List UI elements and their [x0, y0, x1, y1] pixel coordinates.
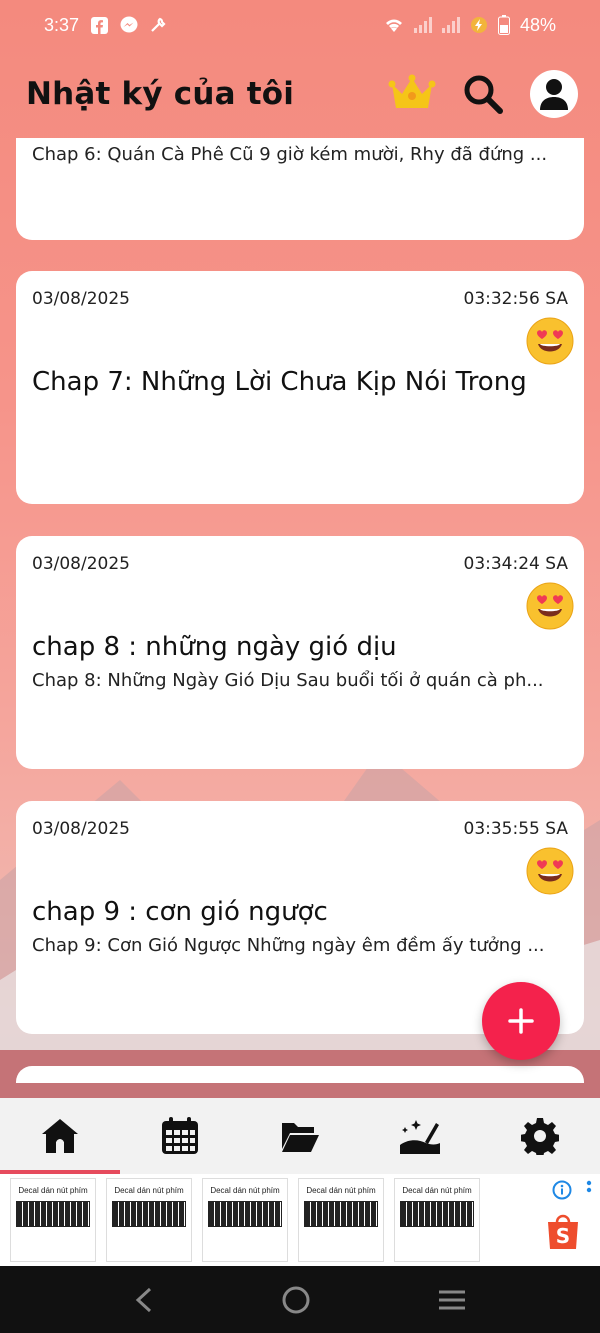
entry-title: Chap 7: Những Lời Chưa Kịp Nói Trong — [32, 367, 527, 397]
bottom-navigation — [0, 1098, 600, 1174]
home-circle-icon — [282, 1286, 310, 1313]
page-title: Nhật ký của tôi — [26, 76, 295, 112]
folder-icon — [282, 1123, 319, 1152]
search-icon — [464, 75, 503, 114]
entry-excerpt: Chap 9: Cơn Gió Ngược Những ngày êm đềm … — [32, 935, 545, 956]
ad-product[interactable]: Decal dán nút phím — [106, 1178, 192, 1262]
messenger-icon — [120, 16, 138, 34]
keyboard-image — [112, 1201, 186, 1227]
diary-entry-card[interactable]: 03/08/2025 03:32:56 SA Chap 7: Những Lời… — [16, 271, 584, 504]
settings-icon — [521, 1118, 559, 1155]
keyboard-image — [208, 1201, 282, 1227]
status-time: 3:37 — [44, 14, 80, 35]
entry-time: 03:35:55 SA — [463, 819, 569, 839]
plus-icon — [508, 1008, 534, 1034]
home-system-button[interactable] — [282, 1286, 310, 1314]
diary-entry-list: Chap 6: Quán Cà Phê Cũ 9 giờ kém mười, R… — [0, 138, 600, 1083]
status-bar: 3:37 48% — [0, 0, 600, 50]
nav-folders[interactable] — [240, 1098, 360, 1174]
recents-button[interactable] — [438, 1289, 466, 1311]
home-icon — [42, 1119, 78, 1153]
ad-banner[interactable]: Decal dán nút phím Decal dán nút phím De… — [0, 1174, 600, 1266]
diary-entry-card[interactable]: Chap 6: Quán Cà Phê Cũ 9 giờ kém mười, R… — [16, 138, 584, 240]
entry-excerpt: Chap 8: Những Ngày Gió Dịu Sau buổi tối … — [32, 670, 544, 691]
nav-themes[interactable] — [360, 1098, 480, 1174]
magic-theme-icon — [400, 1120, 440, 1154]
entry-time: 03:32:56 SA — [463, 289, 569, 309]
add-entry-button[interactable] — [482, 982, 560, 1060]
entry-title: chap 8 : những ngày gió dịu — [32, 632, 397, 662]
svg-text:S: S — [556, 1224, 570, 1248]
tools-icon — [150, 17, 166, 33]
heart-eyes-emoji — [526, 847, 574, 895]
keyboard-image — [16, 1201, 90, 1227]
ad-more-icon[interactable] — [586, 1180, 592, 1204]
ad-product-title: Decal dán nút phím — [18, 1186, 88, 1195]
ad-product-title: Decal dán nút phím — [114, 1186, 184, 1195]
entry-date: 03/08/2025 — [32, 289, 130, 309]
nav-settings[interactable] — [480, 1098, 600, 1174]
battery-percent: 48% — [519, 14, 556, 35]
charging-icon — [470, 16, 488, 34]
user-icon — [540, 79, 568, 110]
calendar-icon — [162, 1117, 198, 1154]
keyboard-image — [304, 1201, 378, 1227]
premium-crown-button[interactable] — [388, 74, 436, 114]
entry-excerpt: Chap 6: Quán Cà Phê Cũ 9 giờ kém mười, R… — [32, 144, 548, 165]
entry-title: chap 9 : cơn gió ngược — [32, 897, 328, 927]
ad-product[interactable]: Decal dán nút phím — [202, 1178, 288, 1262]
profile-button[interactable] — [530, 70, 578, 118]
diary-entry-card[interactable] — [16, 1066, 584, 1083]
nav-home[interactable] — [0, 1098, 120, 1174]
signal-icon — [441, 17, 460, 33]
signal-icon — [413, 17, 432, 33]
ad-info-icon[interactable] — [552, 1180, 572, 1204]
back-button[interactable] — [134, 1287, 154, 1313]
app-header: Nhật ký của tôi — [0, 50, 600, 138]
heart-eyes-emoji — [526, 317, 574, 365]
ad-product[interactable]: Decal dán nút phím — [298, 1178, 384, 1262]
entry-date: 03/08/2025 — [32, 819, 130, 839]
back-icon — [135, 1287, 152, 1312]
diary-entry-card[interactable]: 03/08/2025 03:34:24 SA chap 8 : những ng… — [16, 536, 584, 769]
keyboard-image — [400, 1201, 474, 1227]
ad-product[interactable]: Decal dán nút phím — [394, 1178, 480, 1262]
wifi-icon — [384, 17, 404, 33]
heart-eyes-emoji — [526, 582, 574, 630]
ad-product[interactable]: Decal dán nút phím — [10, 1178, 96, 1262]
system-navigation-bar — [0, 1266, 600, 1333]
active-tab-indicator — [0, 1170, 120, 1174]
shopee-icon[interactable]: S — [546, 1212, 580, 1254]
crown-icon — [388, 74, 436, 108]
search-button[interactable] — [462, 73, 504, 115]
ad-product-title: Decal dán nút phím — [402, 1186, 472, 1195]
facebook-icon — [91, 16, 109, 34]
entry-date: 03/08/2025 — [32, 554, 130, 574]
entry-time: 03:34:24 SA — [463, 554, 569, 574]
nav-calendar[interactable] — [120, 1098, 240, 1174]
ad-product-title: Decal dán nút phím — [210, 1186, 280, 1195]
battery-icon — [497, 15, 510, 35]
recents-icon — [439, 1290, 465, 1309]
ad-product-title: Decal dán nút phím — [306, 1186, 376, 1195]
